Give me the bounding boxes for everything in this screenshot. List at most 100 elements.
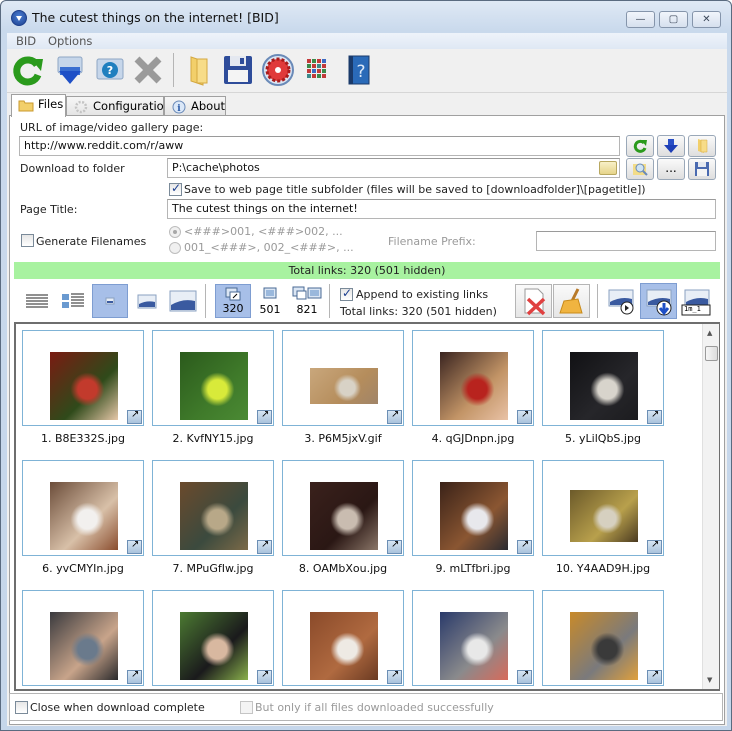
more-button[interactable]: ... — [657, 158, 685, 180]
scroll-up-arrow[interactable]: ▲ — [707, 329, 712, 337]
thumbnail-cell[interactable] — [22, 460, 144, 556]
thumbnail-filename: 10. Y4AAD9H.jpg — [555, 562, 651, 575]
large-thumbnails-icon[interactable] — [165, 284, 201, 318]
thumbnail-cell[interactable] — [542, 590, 664, 686]
maximize-button[interactable]: ▢ — [659, 11, 688, 28]
link-overlay-icon — [647, 669, 662, 684]
download-all-button[interactable] — [640, 283, 677, 319]
menu-bar: BID Options — [7, 33, 727, 49]
thumbnail-cell[interactable] — [22, 590, 144, 686]
thumbnail-image — [180, 352, 248, 420]
toolbar-separator — [173, 53, 174, 87]
only-if-success-checkbox[interactable] — [240, 701, 253, 714]
refresh-url-button[interactable] — [626, 135, 654, 157]
save-subfolder-checkbox[interactable] — [169, 181, 182, 196]
thumbnail-image — [50, 352, 118, 420]
tab-about[interactable]: i About — [164, 96, 226, 116]
minimize-button[interactable]: — — [626, 11, 655, 28]
small-thumbnails-button[interactable] — [92, 284, 128, 318]
tab-configuration[interactable]: Configuration — [66, 96, 171, 116]
thumbnail-cell[interactable] — [542, 460, 664, 556]
folder-input[interactable]: P:\cache\photos — [167, 158, 620, 178]
scroll-thumb[interactable] — [705, 346, 718, 361]
delete-file-icon — [524, 288, 546, 316]
append-links-checkbox[interactable] — [340, 286, 353, 301]
download-icon[interactable] — [53, 53, 87, 87]
list-view-icon[interactable] — [19, 284, 55, 318]
clear-links-button[interactable] — [515, 284, 552, 318]
help-book-icon[interactable]: ? — [341, 53, 375, 87]
link-overlay-icon — [647, 409, 662, 424]
folder-icon — [698, 139, 708, 153]
thumbnail-cell[interactable] — [412, 330, 534, 426]
menu-options[interactable]: Options — [48, 34, 92, 48]
save-icon[interactable] — [221, 53, 255, 87]
thumbnail-cell[interactable] — [152, 590, 274, 686]
generate-filenames-checkbox[interactable] — [21, 234, 34, 247]
title-bar[interactable]: The cutest things on the internet! [BID]… — [1, 1, 731, 33]
thumbnail-filename: 2. KvfNY15.jpg — [172, 432, 254, 445]
filter-shown-button[interactable]: 320 — [215, 284, 251, 318]
thumbnail-filename: 8. OAMbXou.jpg — [298, 562, 388, 575]
filter-hidden-button[interactable]: 501 — [252, 284, 288, 318]
radio-prefix-numbering[interactable] — [169, 242, 181, 254]
filename-prefix-input[interactable] — [536, 231, 716, 251]
filter-all-button[interactable]: 821 — [289, 284, 325, 318]
link-overlay-icon — [517, 669, 532, 684]
tab-label: Files — [38, 97, 64, 111]
broom-icon — [559, 288, 583, 314]
thumbnail-image — [50, 482, 118, 550]
thumbnail-cell[interactable] — [282, 590, 404, 686]
image-icon — [263, 287, 277, 299]
color-grid-icon[interactable] — [301, 53, 335, 87]
play-queue-icon[interactable] — [603, 284, 639, 318]
thumbnail-cell[interactable] — [542, 330, 664, 426]
folder-icon — [18, 100, 34, 112]
thumbnail-cell[interactable] — [282, 330, 404, 426]
scroll-down-arrow[interactable]: ▼ — [707, 676, 712, 684]
thumbnail-cell[interactable] — [412, 460, 534, 556]
radio-suffix-numbering[interactable] — [169, 226, 181, 238]
url-label: URL of image/video gallery page: — [20, 121, 204, 134]
help-icon[interactable]: ? — [93, 53, 127, 87]
thumbnail-image — [440, 482, 508, 550]
link-overlay-icon — [517, 409, 532, 424]
thumbnail-cell[interactable] — [22, 330, 144, 426]
link-overlay-icon — [257, 409, 272, 424]
tab-files[interactable]: Files — [11, 94, 66, 117]
page-title-input[interactable]: The cutest things on the internet! — [167, 199, 716, 219]
thumbnail-cell[interactable] — [412, 590, 534, 686]
close-when-complete-checkbox[interactable] — [15, 701, 28, 714]
clean-button[interactable] — [553, 284, 590, 318]
download-arrow-icon — [664, 139, 678, 153]
page-title-label: Page Title: — [20, 203, 78, 216]
thumbnail-cell[interactable] — [152, 330, 274, 426]
open-folder-button[interactable] — [688, 135, 716, 157]
tab-label: About — [191, 99, 226, 113]
browse-folder-icon[interactable] — [599, 161, 617, 175]
details-view-icon[interactable] — [55, 284, 91, 318]
find-folder-button[interactable] — [626, 158, 654, 180]
cancel-icon[interactable] — [131, 53, 165, 87]
magnifier-icon — [633, 163, 648, 176]
link-overlay-icon — [387, 539, 402, 554]
download-url-button[interactable] — [657, 135, 685, 157]
vertical-scrollbar[interactable]: ▲ ▼ — [702, 324, 719, 689]
url-input[interactable]: http://www.reddit.com/r/aww — [19, 136, 620, 156]
append-links-label: Append to existing links — [356, 288, 489, 301]
save-folder-button[interactable] — [688, 158, 716, 180]
generate-filenames-label: Generate Filenames — [36, 235, 147, 248]
thumbnail-cell[interactable] — [282, 460, 404, 556]
count-hidden: 501 — [259, 303, 281, 316]
close-button[interactable]: ✕ — [692, 11, 721, 28]
refresh-icon[interactable] — [11, 53, 45, 87]
medium-thumbnails-icon[interactable] — [129, 284, 165, 318]
thumbnail-cell[interactable] — [152, 460, 274, 556]
link-overlay-icon — [127, 409, 142, 424]
menu-bid[interactable]: BID — [16, 34, 36, 48]
settings-icon[interactable] — [261, 53, 295, 87]
rename-files-button[interactable]: 1m_1 — [679, 284, 715, 318]
link-overlay-icon — [127, 539, 142, 554]
bottom-options: Close when download complete But only if… — [9, 693, 723, 721]
folder-icon[interactable] — [181, 53, 215, 87]
